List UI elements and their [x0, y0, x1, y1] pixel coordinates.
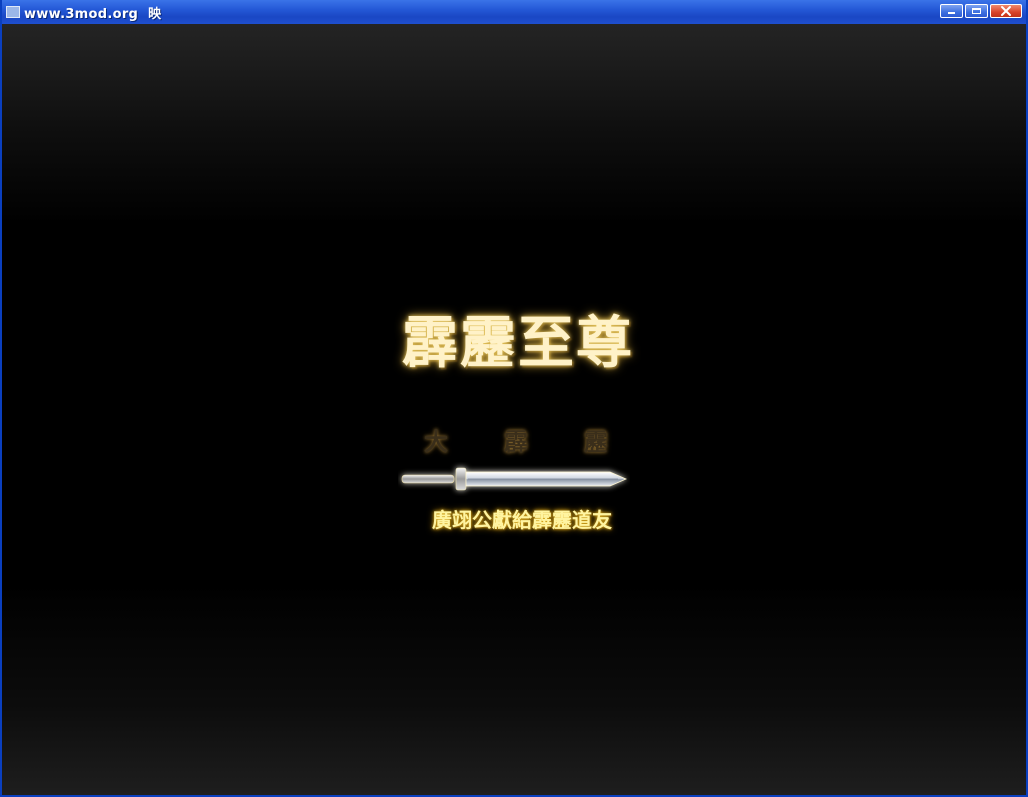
- subtitle-char: 大: [424, 427, 448, 456]
- maximize-button[interactable]: [965, 4, 988, 18]
- subtitle-char: 霹: [504, 427, 528, 456]
- game-viewport[interactable]: 霹靂至尊 大 霹 靂 廣翊公獻給霹靂道友: [2, 24, 1026, 795]
- window-controls: [940, 4, 1022, 18]
- dedication-text: 廣翊公獻給霹靂道友: [432, 508, 612, 532]
- title-bar[interactable]: www.3mod.org 映: [2, 0, 1026, 24]
- minimize-button[interactable]: [940, 4, 963, 18]
- window-title-suffix: 映: [148, 6, 162, 22]
- game-subtitle: 大 霹 靂: [416, 422, 616, 457]
- window-title-site: www.3mod.org: [24, 6, 139, 22]
- close-button[interactable]: [990, 4, 1022, 18]
- close-icon: [1001, 6, 1011, 16]
- app-window: www.3mod.org 映 霹靂至尊 大 霹 靂 廣翊公獻給霹靂道友: [0, 0, 1028, 797]
- sword-icon: [401, 467, 627, 491]
- minimize-icon: [948, 12, 955, 14]
- app-icon[interactable]: [6, 6, 20, 18]
- splash-screen: 霹靂至尊 大 霹 靂 廣翊公獻給霹靂道友: [2, 24, 1026, 795]
- window-title: www.3mod.org 映: [24, 3, 161, 22]
- maximize-icon: [972, 8, 981, 14]
- subtitle-char: 靂: [584, 427, 608, 456]
- game-title: 霹靂至尊: [402, 310, 634, 376]
